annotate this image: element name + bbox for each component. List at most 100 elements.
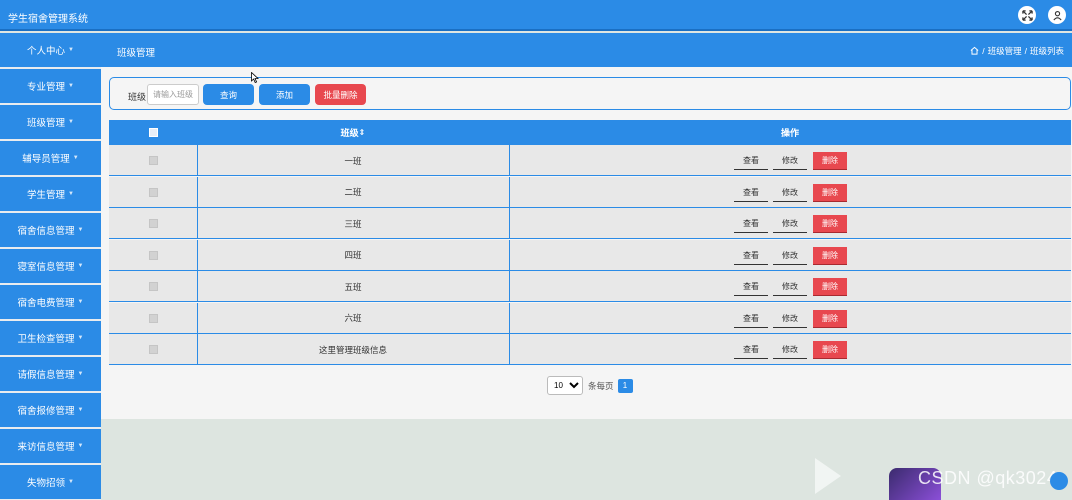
- table-row: 五班 查看 修改 删除: [109, 271, 1071, 302]
- column-divider: [509, 208, 510, 239]
- class-search-input[interactable]: [147, 84, 199, 105]
- edit-button[interactable]: 修改: [773, 215, 807, 233]
- table-row: 这里管理班级信息 查看 修改 删除: [109, 334, 1071, 365]
- sidebar-item-major[interactable]: 专业管理 ▼: [0, 69, 101, 103]
- sidebar-item-label: 班级管理: [27, 118, 66, 129]
- row-checkbox[interactable]: [148, 313, 158, 323]
- class-name-cell: 一班: [344, 155, 362, 166]
- view-button[interactable]: 查看: [734, 278, 768, 296]
- play-watermark-icon: [815, 458, 841, 494]
- chevron-down-icon: ▼: [77, 407, 84, 413]
- sidebar-item-room-info[interactable]: 寝室信息管理 ▼: [0, 249, 101, 283]
- row-select-cell: [109, 177, 197, 208]
- delete-button[interactable]: 删除: [813, 246, 847, 265]
- chevron-down-icon: ▼: [68, 83, 74, 89]
- sidebar-item-counselor[interactable]: 辅导员管理 ▼: [0, 141, 101, 175]
- table-row: 六班 查看 修改 删除: [109, 302, 1071, 334]
- page-title: 班级管理: [117, 48, 156, 59]
- table-row: 四班 查看 修改 删除: [109, 239, 1071, 271]
- delete-button[interactable]: 删除: [813, 183, 847, 202]
- page-size-select[interactable]: 10: [547, 376, 583, 395]
- edit-button[interactable]: 修改: [773, 184, 807, 202]
- row-checkbox[interactable]: [148, 282, 158, 291]
- delete-button[interactable]: 删除: [813, 215, 847, 233]
- sidebar-item-label: 寝室信息管理: [17, 262, 75, 273]
- pagination: 10 条每页 1: [547, 376, 633, 395]
- fullscreen-icon[interactable]: [1018, 6, 1036, 24]
- row-checkbox[interactable]: [148, 156, 158, 165]
- sidebar-item-label: 宿舍电费管理: [17, 298, 75, 309]
- column-header-class[interactable]: 班级 ⇕: [197, 120, 509, 145]
- view-button[interactable]: 查看: [734, 215, 768, 233]
- select-all-cell: [109, 120, 197, 145]
- sidebar-item-student[interactable]: 学生管理 ▼: [0, 177, 101, 211]
- chevron-down-icon: ▼: [77, 263, 84, 269]
- select-all-checkbox[interactable]: [148, 128, 158, 137]
- sidebar-item-label: 辅导员管理: [22, 154, 70, 165]
- user-icon[interactable]: [1048, 6, 1066, 24]
- per-page-label: 条每页: [588, 380, 614, 391]
- sidebar-item-label: 失物招领: [27, 478, 66, 489]
- sidebar-item-electricity[interactable]: 宿舍电费管理 ▼: [0, 285, 101, 319]
- sidebar-item-lost-found[interactable]: 失物招领 ▼: [0, 465, 101, 499]
- chevron-down-icon: ▼: [68, 119, 74, 125]
- delete-button[interactable]: 删除: [813, 341, 847, 359]
- page-number-current[interactable]: 1: [617, 378, 633, 393]
- row-select-cell: [109, 240, 197, 271]
- view-button[interactable]: 查看: [734, 341, 768, 359]
- delete-button[interactable]: 删除: [813, 278, 847, 296]
- breadcrumb-separator: /: [982, 46, 985, 56]
- row-select-cell: [109, 208, 197, 239]
- add-button[interactable]: 添加: [259, 84, 310, 105]
- delete-button[interactable]: 删除: [813, 152, 847, 170]
- column-divider: [509, 239, 510, 271]
- column-divider: [509, 176, 510, 208]
- edit-button[interactable]: 修改: [773, 341, 807, 359]
- breadcrumb-separator: /: [1024, 46, 1027, 56]
- table-row: 二班 查看 修改 删除: [109, 176, 1071, 208]
- sidebar-item-repair[interactable]: 宿舍报修管理 ▼: [0, 393, 101, 427]
- row-select-cell: [109, 145, 197, 176]
- view-button[interactable]: 查看: [734, 247, 768, 265]
- column-divider: [509, 145, 510, 176]
- edit-button[interactable]: 修改: [773, 247, 807, 265]
- home-icon[interactable]: [970, 46, 979, 57]
- chevron-down-icon: ▼: [68, 191, 74, 197]
- row-checkbox[interactable]: [148, 187, 158, 197]
- delete-button[interactable]: 删除: [813, 309, 847, 328]
- column-divider: [509, 271, 510, 302]
- sidebar-item-dorm-info[interactable]: 宿舍信息管理 ▼: [0, 213, 101, 247]
- view-button[interactable]: 查看: [734, 310, 768, 328]
- row-checkbox[interactable]: [148, 219, 158, 228]
- row-select-cell: [109, 271, 197, 302]
- chevron-down-icon: ▼: [77, 335, 84, 341]
- edit-button[interactable]: 修改: [773, 278, 807, 296]
- table-row: 一班 查看 修改 删除: [109, 145, 1071, 176]
- sidebar-item-hygiene[interactable]: 卫生检查管理 ▼: [0, 321, 101, 355]
- chevron-down-icon: ▼: [77, 299, 84, 305]
- batch-delete-button[interactable]: 批量删除: [315, 84, 366, 105]
- edit-button[interactable]: 修改: [773, 310, 807, 328]
- search-label: 班级: [128, 92, 147, 102]
- column-header-actions: 操作: [509, 120, 1071, 145]
- sidebar-item-visitor[interactable]: 来访信息管理 ▼: [0, 429, 101, 463]
- sidebar-item-leave[interactable]: 请假信息管理 ▼: [0, 357, 101, 391]
- row-checkbox[interactable]: [148, 345, 158, 354]
- sidebar-item-label: 个人中心: [27, 46, 66, 57]
- breadcrumb: / 班级管理 / 班级列表: [970, 45, 1064, 57]
- sidebar-item-class[interactable]: 班级管理 ▼: [0, 105, 101, 139]
- sidebar-item-label: 请假信息管理: [17, 370, 75, 381]
- row-checkbox[interactable]: [148, 250, 158, 260]
- sort-icon[interactable]: ⇕: [359, 128, 366, 137]
- mouse-cursor-icon: [251, 72, 259, 83]
- column-header-label: 操作: [780, 128, 799, 138]
- class-name-cell: 二班: [344, 187, 362, 197]
- query-button[interactable]: 查询: [203, 84, 254, 105]
- view-button[interactable]: 查看: [734, 152, 768, 170]
- breadcrumb-level1[interactable]: 班级管理: [988, 45, 1022, 57]
- edit-button[interactable]: 修改: [773, 152, 807, 170]
- app-title: 学生宿舍管理系统: [8, 14, 88, 25]
- sidebar-item-personal-center[interactable]: 个人中心 ▼: [0, 33, 101, 67]
- view-button[interactable]: 查看: [734, 184, 768, 202]
- chevron-down-icon: ▼: [77, 371, 84, 377]
